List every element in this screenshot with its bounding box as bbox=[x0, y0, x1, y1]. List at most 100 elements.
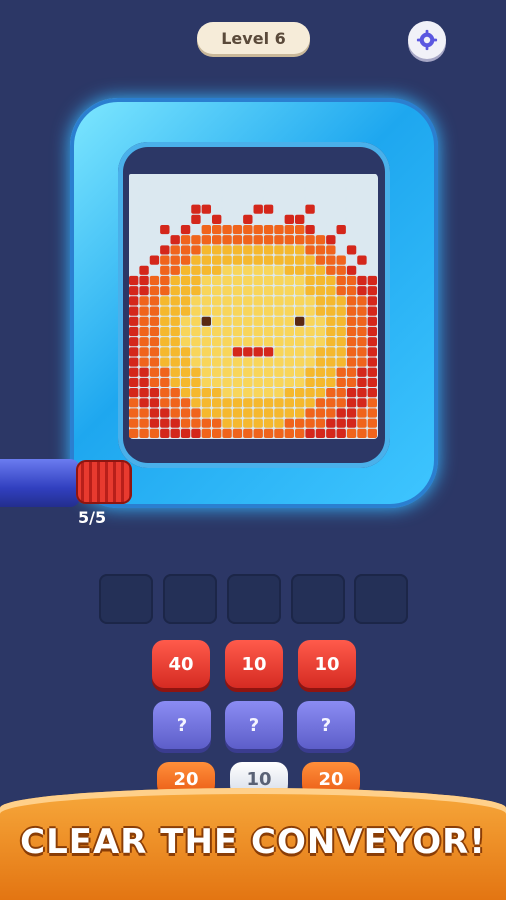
pixel-bead bbox=[367, 275, 378, 286]
pixel-bead bbox=[357, 184, 367, 194]
pixel-bead bbox=[295, 174, 305, 184]
pixel-bead bbox=[367, 428, 378, 438]
holding-slot[interactable] bbox=[99, 574, 153, 624]
pixel-bead bbox=[367, 408, 378, 418]
pixel-bead bbox=[336, 428, 346, 438]
pixel-bead bbox=[149, 408, 160, 418]
holding-slot[interactable] bbox=[291, 574, 345, 624]
pixel-bead bbox=[180, 265, 191, 275]
pixel-bead bbox=[243, 357, 253, 367]
pixel-bead bbox=[326, 204, 336, 214]
pixel-bead bbox=[170, 367, 180, 377]
pixel-bead bbox=[139, 194, 149, 204]
pixel-bead bbox=[139, 428, 149, 438]
pixel-bead bbox=[160, 204, 170, 214]
pixel-bead bbox=[346, 214, 357, 224]
spool-count: 10 bbox=[246, 768, 272, 790]
pixel-bead bbox=[295, 235, 305, 245]
pixel-bead bbox=[232, 184, 243, 194]
pixel-bead bbox=[274, 245, 284, 255]
pixel-bead bbox=[201, 265, 212, 275]
pixel-bead bbox=[170, 286, 180, 296]
pixel-bead bbox=[274, 337, 284, 347]
holding-slot[interactable] bbox=[163, 574, 217, 624]
pixel-bead bbox=[346, 235, 357, 245]
pixel-bead bbox=[160, 306, 170, 316]
pixel-bead bbox=[170, 388, 180, 398]
holding-slot[interactable] bbox=[227, 574, 281, 624]
pixel-bead bbox=[243, 265, 253, 275]
pixel-bead bbox=[284, 367, 295, 377]
pixel-bead bbox=[212, 337, 222, 347]
pixel-bead bbox=[160, 235, 170, 245]
hidden-spool[interactable]: ? bbox=[225, 701, 283, 749]
pixel-bead bbox=[274, 275, 284, 286]
spool-red[interactable]: 40 bbox=[152, 640, 210, 688]
pixel-bead bbox=[305, 245, 315, 255]
pixel-bead bbox=[170, 428, 180, 438]
pixel-bead bbox=[253, 235, 263, 245]
pixel-bead bbox=[170, 235, 180, 245]
pixel-bead bbox=[336, 184, 346, 194]
pixel-bead bbox=[129, 286, 139, 296]
pixel-bead bbox=[160, 326, 170, 337]
pixel-bead bbox=[263, 316, 274, 326]
pixel-bead bbox=[139, 418, 149, 428]
pixel-bead bbox=[295, 224, 305, 235]
pixel-bead bbox=[160, 245, 170, 255]
pixel-bead bbox=[201, 296, 212, 306]
pixel-bead bbox=[232, 377, 243, 388]
pixel-bead bbox=[212, 316, 222, 326]
pixel-bead bbox=[263, 286, 274, 296]
pixel-bead bbox=[180, 306, 191, 316]
spool-red[interactable]: 10 bbox=[298, 640, 356, 688]
settings-button[interactable] bbox=[408, 21, 446, 59]
pixel-bead bbox=[284, 184, 295, 194]
pixel-bead bbox=[326, 326, 336, 337]
pixel-bead bbox=[170, 316, 180, 326]
pixel-bead bbox=[274, 418, 284, 428]
pixel-bead bbox=[263, 245, 274, 255]
pixel-bead bbox=[346, 367, 357, 377]
pixel-bead bbox=[295, 377, 305, 388]
pixel-bead bbox=[170, 265, 180, 275]
pixel-bead bbox=[222, 306, 232, 316]
pixel-bead bbox=[201, 174, 212, 184]
spool-red[interactable]: 10 bbox=[225, 640, 283, 688]
pixel-bead bbox=[284, 337, 295, 347]
pixel-bead bbox=[212, 184, 222, 194]
pixel-bead bbox=[180, 184, 191, 194]
pixel-bead bbox=[180, 296, 191, 306]
pixel-bead bbox=[149, 245, 160, 255]
pixel-bead bbox=[336, 255, 346, 265]
pixel-bead bbox=[336, 408, 346, 418]
pixel-bead bbox=[129, 306, 139, 316]
pixel-bead bbox=[191, 265, 201, 275]
pixel-bead bbox=[129, 184, 139, 194]
pixel-bead bbox=[180, 286, 191, 296]
pixel-bead bbox=[180, 316, 191, 326]
pixel-bead bbox=[149, 306, 160, 316]
pixel-bead bbox=[305, 398, 315, 408]
pixel-bead bbox=[315, 428, 326, 438]
pixel-bead bbox=[170, 337, 180, 347]
pixel-bead bbox=[149, 347, 160, 357]
pixel-bead bbox=[212, 398, 222, 408]
pixel-bead bbox=[191, 275, 201, 286]
pixel-bead bbox=[315, 224, 326, 235]
pixel-bead bbox=[191, 316, 201, 326]
pixel-bead bbox=[253, 214, 263, 224]
pixel-bead bbox=[295, 347, 305, 357]
pixel-bead bbox=[326, 388, 336, 398]
hidden-spool[interactable]: ? bbox=[297, 701, 355, 749]
pixel-bead bbox=[180, 194, 191, 204]
pixel-bead bbox=[326, 357, 336, 367]
pixel-bead bbox=[139, 204, 149, 214]
pixel-bead bbox=[367, 224, 378, 235]
pixel-bead bbox=[357, 194, 367, 204]
pixel-bead bbox=[346, 398, 357, 408]
hidden-spool[interactable]: ? bbox=[153, 701, 211, 749]
holding-slot[interactable] bbox=[354, 574, 408, 624]
pixel-bead bbox=[305, 235, 315, 245]
pixel-bead bbox=[149, 286, 160, 296]
